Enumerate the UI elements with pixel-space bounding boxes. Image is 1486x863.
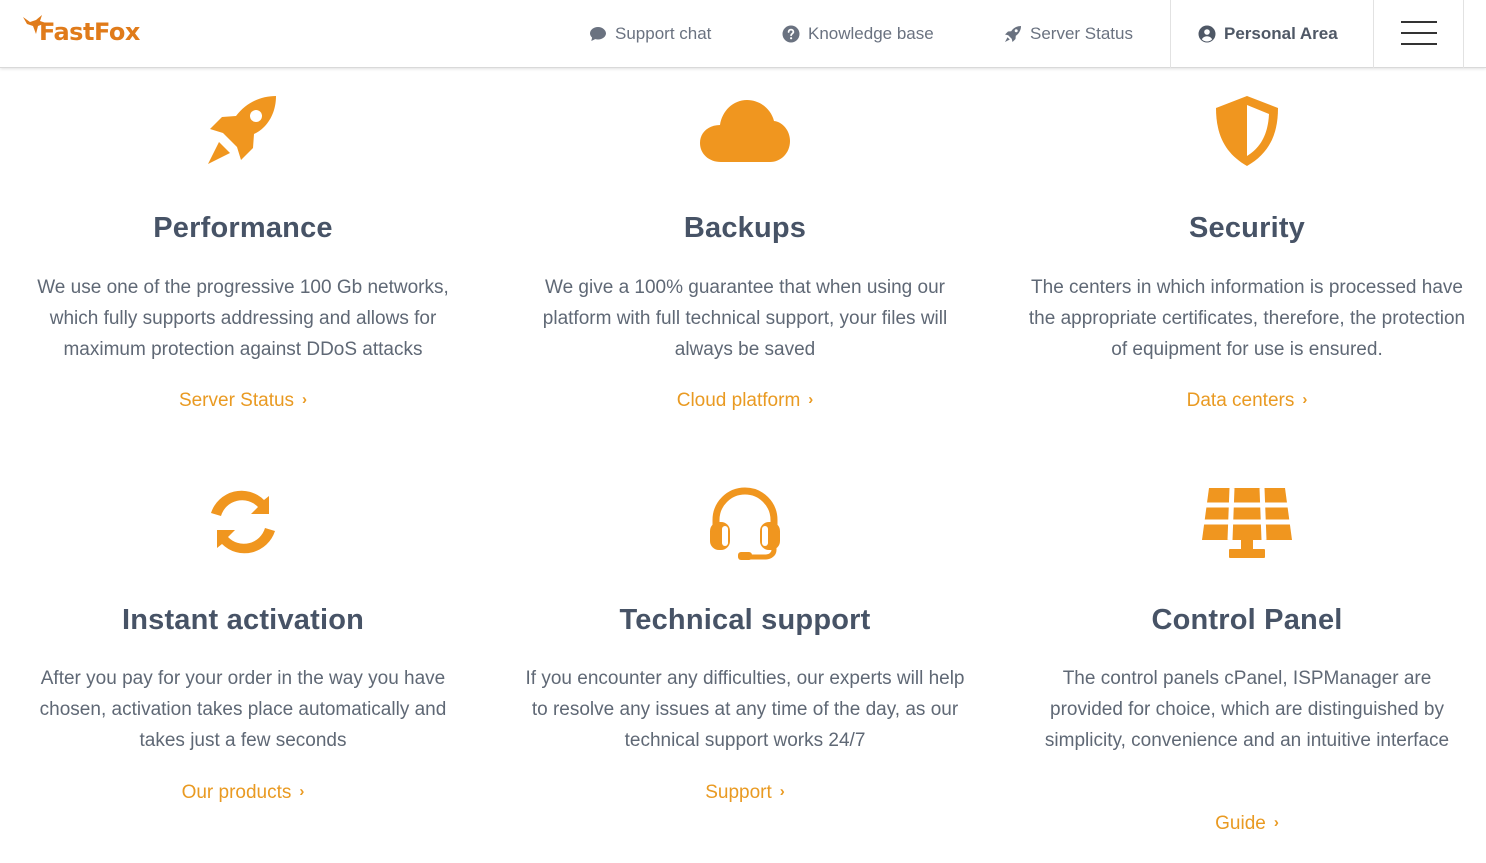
feature-description: After you pay for your order in the way …: [39, 668, 447, 751]
feature-link-guide[interactable]: Guide ›: [1027, 813, 1467, 835]
feature-link-label: Our products: [181, 782, 292, 803]
feature-card-backups: Backups We give a 100% guarantee that wh…: [525, 68, 965, 438]
hamburger-menu-button[interactable]: [1401, 21, 1437, 47]
feature-title: Control Panel: [1151, 604, 1343, 636]
sync-icon: [207, 486, 279, 563]
menu-line: [1401, 21, 1437, 23]
chat-icon: [589, 25, 607, 43]
feature-card-security: Security The centers in which informatio…: [1027, 68, 1467, 438]
rocket-icon: [206, 94, 280, 173]
menu-line: [1401, 32, 1437, 34]
headset-icon: [708, 486, 782, 565]
feature-link-label: Data centers: [1186, 390, 1295, 411]
feature-link-label: Guide: [1215, 813, 1266, 834]
feature-link-label: Cloud platform: [676, 390, 801, 411]
nav-divider: [1373, 0, 1374, 68]
fox-logo-icon: [23, 15, 46, 34]
site-header: FastFox Support chat Knowledge base Serv…: [0, 0, 1486, 68]
user-circle-icon: [1198, 25, 1216, 43]
chevron-right-icon: ›: [299, 783, 305, 800]
chevron-right-icon: ›: [1273, 814, 1279, 831]
shield-icon: [1212, 94, 1282, 173]
nav-divider: [1463, 0, 1464, 68]
solar-panel-icon: [1201, 486, 1293, 565]
feature-description: If you encounter any difficulties, our e…: [525, 668, 965, 751]
feature-card-technical-support: Technical support If you encounter any d…: [525, 460, 965, 830]
nav-support-chat-label: Support chat: [615, 24, 712, 43]
feature-description: The centers in which information is proc…: [1028, 277, 1466, 360]
feature-title: Performance: [153, 212, 333, 244]
question-circle-icon: [782, 25, 800, 43]
feature-card-performance: Performance We use one of the progressiv…: [23, 68, 463, 438]
nav-knowledge-base-label: Knowledge base: [808, 24, 934, 43]
feature-title: Security: [1188, 212, 1306, 244]
chevron-right-icon: ›: [808, 391, 814, 408]
nav-personal-area-label: Personal Area: [1224, 24, 1338, 43]
nav-knowledge-base[interactable]: Knowledge base: [782, 0, 934, 68]
nav-support-chat[interactable]: Support chat: [589, 0, 711, 68]
feature-link-server-status[interactable]: Server Status ›: [23, 390, 463, 412]
feature-link-data-centers[interactable]: Data centers ›: [1027, 390, 1467, 412]
nav-divider: [1170, 0, 1171, 68]
feature-link-cloud-platform[interactable]: Cloud platform ›: [525, 390, 965, 412]
chevron-right-icon: ›: [302, 391, 308, 408]
feature-link-our-products[interactable]: Our products ›: [23, 782, 463, 804]
feature-link-support[interactable]: Support ›: [525, 782, 965, 804]
nav-server-status-label: Server Status: [1030, 24, 1133, 43]
feature-card-instant-activation: Instant activation After you pay for you…: [23, 460, 463, 830]
feature-link-label: Server Status: [178, 390, 295, 411]
cloud-icon: [699, 98, 791, 169]
rocket-icon: [1004, 25, 1022, 43]
nav-server-status[interactable]: Server Status: [1004, 0, 1133, 68]
feature-card-control-panel: Control Panel The control panels cPanel,…: [1027, 460, 1467, 860]
feature-title: Technical support: [619, 604, 871, 636]
nav-personal-area[interactable]: Personal Area: [1198, 0, 1338, 68]
feature-title: Backups: [683, 212, 807, 244]
feature-title: Instant activation: [121, 604, 365, 636]
menu-line: [1401, 43, 1437, 45]
feature-description: We give a 100% guarantee that when using…: [542, 277, 948, 360]
chevron-right-icon: ›: [779, 783, 785, 800]
logo[interactable]: FastFox: [23, 14, 140, 50]
chevron-right-icon: ›: [1302, 391, 1308, 408]
feature-link-label: Support: [705, 782, 772, 803]
feature-description: We use one of the progressive 100 Gb net…: [37, 277, 449, 360]
feature-description: The control panels cPanel, ISPManager ar…: [1044, 668, 1450, 751]
